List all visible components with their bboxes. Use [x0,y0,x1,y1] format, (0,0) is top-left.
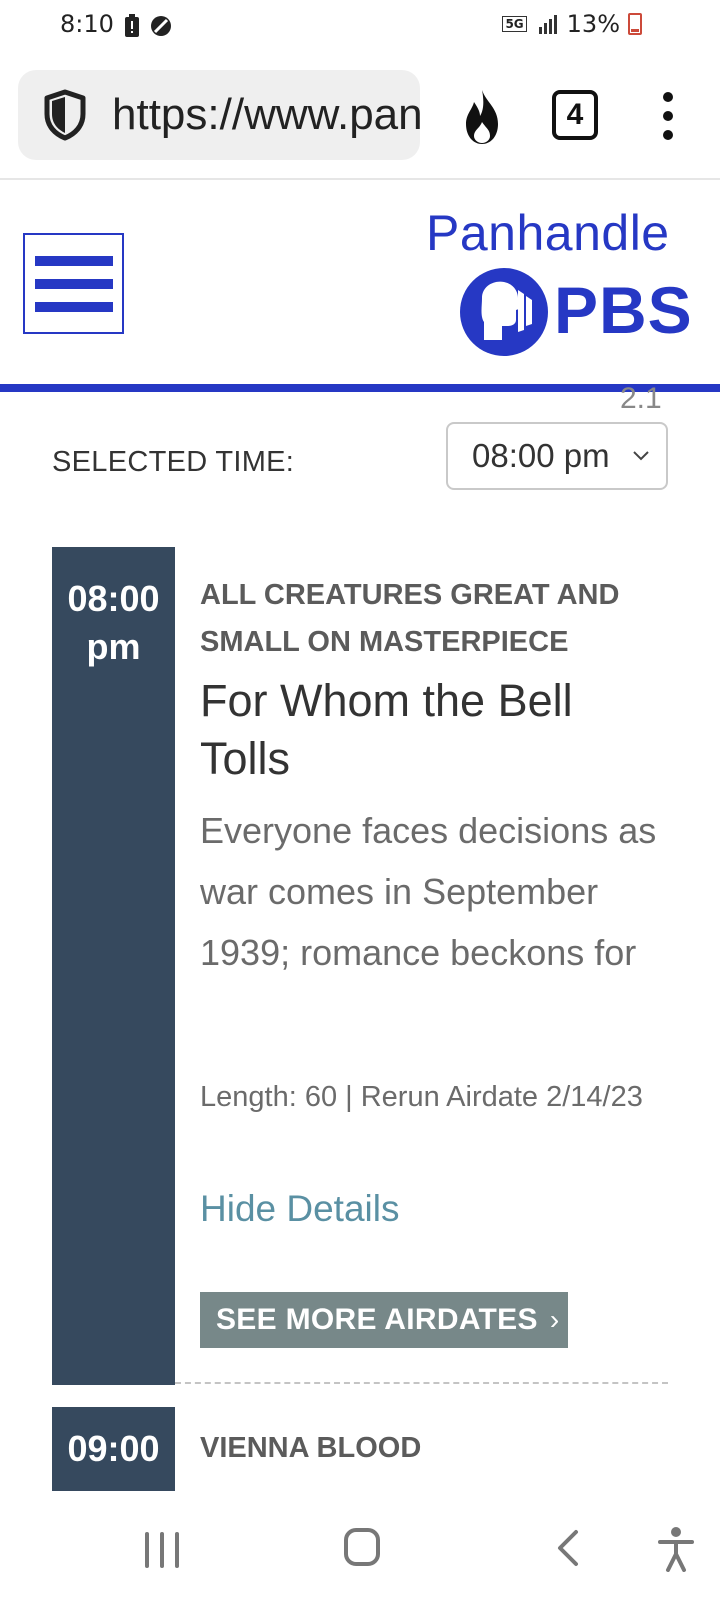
see-more-label: SEE MORE AIRDATES [216,1303,538,1336]
program-time-block: 09:00 [52,1407,175,1491]
status-bar: 8:10 5G 13% [0,0,720,52]
see-more-airdates-button[interactable]: SEE MORE AIRDATES › [200,1292,568,1348]
chevron-down-icon [633,451,649,461]
time-select-value: 08:00 pm [472,437,610,474]
address-bar[interactable]: https://www.panhandlepbs.org [18,70,420,160]
program-time: 09:00 [67,1428,160,1469]
home-icon[interactable] [344,1528,380,1566]
program-series[interactable]: VIENNA BLOOD [200,1432,421,1465]
status-time: 8:10 [60,10,114,38]
signal-icon [538,15,557,34]
hamburger-menu-icon[interactable] [23,233,124,334]
program-description: Everyone faces decisions as war comes in… [200,810,657,973]
logo-pbs[interactable]: PBS [460,268,693,356]
battery-icon [628,13,642,35]
system-nav-bar [0,1492,720,1600]
tabs-count: 4 [566,98,584,131]
tabs-count-button[interactable]: 4 [552,90,598,140]
channel-number: 2.1 [620,382,662,415]
program-time: 08:00 [67,578,160,619]
fire-icon[interactable] [458,88,506,146]
recents-icon[interactable] [145,1532,179,1568]
selected-time-label: SELECTED TIME: [52,446,295,478]
pbs-head-icon [460,268,548,356]
battery-alert-icon [125,14,139,37]
logo-name[interactable]: Panhandle [426,204,670,262]
program-series[interactable]: ALL CREATURES GREAT AND SMALL ON MASTERP… [200,572,660,666]
chevron-right-icon: › [549,1304,560,1335]
accessibility-icon[interactable] [656,1526,696,1572]
status-right-icons: 5G 13% [502,10,642,38]
time-select[interactable]: 08:00 pm [446,422,668,490]
no-disturb-icon [151,16,171,36]
hide-details-link[interactable]: Hide Details [200,1188,399,1230]
program-ampm: pm [86,626,141,667]
url-text[interactable]: https://www.panhandlepbs.org [112,90,420,140]
program-title[interactable]: For Whom the Bell Tolls [200,672,660,788]
status-notification-icons [124,14,172,38]
program-divider [175,1382,668,1384]
browser-toolbar: https://www.panhandlepbs.org 4 [0,52,720,180]
program-length-info: Length: 60 | Rerun Airdate 2/14/23 [200,1081,643,1113]
back-icon[interactable] [552,1528,582,1568]
program-time-block: 08:00 pm [52,547,175,1385]
overflow-menu-icon[interactable] [660,92,676,140]
battery-percent: 13% [566,10,620,38]
shield-icon[interactable] [42,89,88,141]
header-divider [0,384,720,392]
network-type-icon: 5G [502,16,527,32]
logo-brand: PBS [554,273,693,347]
